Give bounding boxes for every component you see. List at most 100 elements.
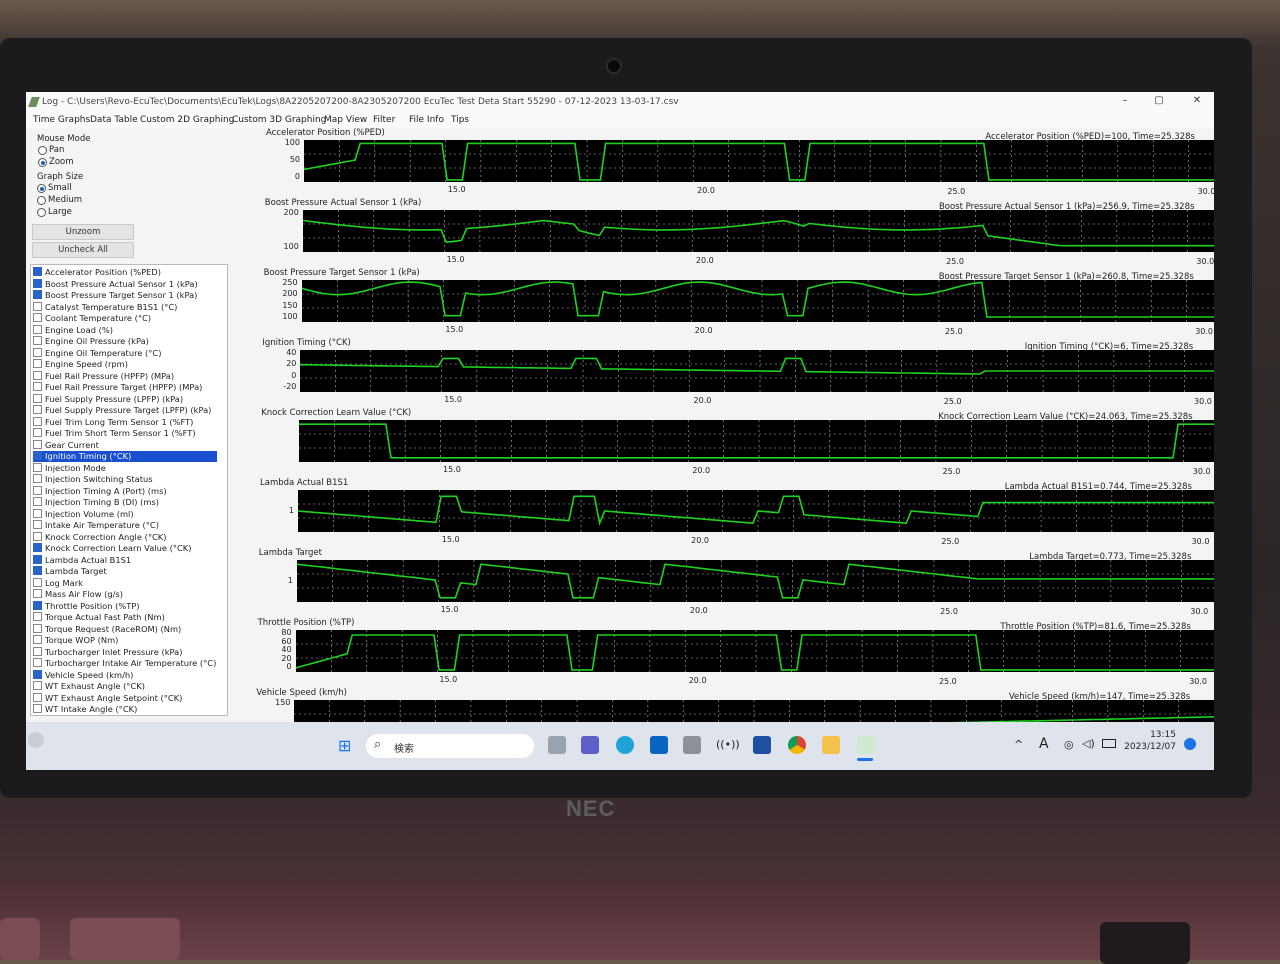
- channel-checkbox[interactable]: [33, 646, 42, 656]
- channel-checkbox[interactable]: [33, 439, 42, 449]
- channel-checkbox[interactable]: [33, 324, 42, 334]
- zoom-radio[interactable]: [38, 158, 47, 167]
- channel-checkbox[interactable]: [33, 405, 42, 414]
- channel-item[interactable]: Fuel Supply Pressure Target (LPFP) (kPa): [33, 405, 217, 416]
- channel-checkbox[interactable]: [33, 290, 42, 299]
- small-radio[interactable]: [37, 184, 46, 193]
- channel-item[interactable]: Mass Air Flow (g/s): [33, 589, 217, 600]
- channel-item[interactable]: Knock Correction Learn Value (°CK): [33, 543, 217, 554]
- channel-checkbox[interactable]: [33, 692, 42, 702]
- channel-item[interactable]: Knock Correction Angle (°CK): [33, 531, 217, 543]
- channel-checkbox[interactable]: [33, 267, 42, 276]
- channel-item[interactable]: Engine Load (%): [33, 324, 217, 336]
- channel-item[interactable]: Lambda Target: [33, 566, 217, 577]
- channel-checkbox[interactable]: [33, 704, 42, 713]
- channel-checkbox[interactable]: [33, 278, 42, 288]
- graph-plot[interactable]: [300, 350, 1214, 392]
- taskbar-search[interactable]: ⌕ 検索: [366, 734, 534, 758]
- channel-checkbox[interactable]: [33, 543, 42, 552]
- channel-checkbox[interactable]: [33, 393, 42, 403]
- channel-checkbox[interactable]: [33, 301, 42, 311]
- channel-checkbox[interactable]: [33, 497, 42, 506]
- channel-item[interactable]: Vehicle Speed (km/h): [33, 669, 217, 681]
- channel-item[interactable]: Catalyst Temperature B1S1 (°C): [33, 301, 217, 313]
- channel-item[interactable]: Fuel Trim Long Term Sensor 1 (%FT): [33, 416, 217, 428]
- network-icon[interactable]: ◎: [1064, 738, 1074, 751]
- channel-checkbox[interactable]: [33, 635, 42, 644]
- channel-item[interactable]: Engine Speed (rpm): [33, 359, 217, 370]
- graph-plot[interactable]: [296, 560, 1214, 602]
- menu-custom-3d[interactable]: Custom 3D Graphing: [232, 115, 326, 125]
- maximize-button[interactable]: ▢: [1148, 95, 1170, 109]
- channel-checkbox[interactable]: [33, 577, 42, 587]
- channel-item[interactable]: WT Exhaust Angle Setpoint (°CK): [33, 692, 217, 704]
- notification-badge[interactable]: [1184, 738, 1196, 750]
- channel-item[interactable]: Coolant Temperature (°C): [33, 313, 217, 324]
- ime-indicator[interactable]: A: [1039, 736, 1049, 752]
- channel-checkbox[interactable]: [33, 508, 42, 518]
- uncheck-all-button[interactable]: Uncheck All: [32, 242, 134, 258]
- channel-item[interactable]: Boost Pressure Actual Sensor 1 (kPa): [33, 278, 217, 290]
- channel-checkbox[interactable]: [33, 681, 42, 690]
- channel-checkbox[interactable]: [33, 600, 42, 610]
- channel-checkbox[interactable]: [33, 428, 42, 437]
- channel-checkbox[interactable]: [33, 474, 42, 483]
- battery-icon[interactable]: [1102, 739, 1116, 748]
- channel-item[interactable]: Torque WOP (Nm): [33, 635, 217, 646]
- channel-item[interactable]: Torque Actual Fast Path (Nm): [33, 612, 217, 623]
- wireless-icon[interactable]: ((•)): [716, 738, 740, 751]
- menu-time-graphs[interactable]: Time Graphs: [33, 115, 90, 125]
- channel-item[interactable]: Engine Oil Temperature (°C): [33, 347, 217, 359]
- menu-file-info[interactable]: File Info: [409, 115, 444, 125]
- channel-checkbox[interactable]: [33, 669, 42, 679]
- file-explorer-icon[interactable]: [822, 736, 840, 754]
- channel-item[interactable]: Log Mark: [33, 577, 217, 589]
- channel-item[interactable]: Injection Switching Status: [33, 474, 217, 485]
- channel-checkbox[interactable]: [33, 462, 42, 472]
- channel-item[interactable]: Intake Air Temperature (°C): [33, 520, 217, 531]
- channel-item[interactable]: Accelerator Position (%PED): [33, 267, 217, 278]
- channel-item[interactable]: Injection Mode: [33, 462, 217, 474]
- minimize-button[interactable]: –: [1114, 95, 1136, 109]
- volume-icon[interactable]: ◁): [1082, 737, 1095, 750]
- start-icon[interactable]: ⊞: [338, 736, 351, 755]
- channel-list[interactable]: Accelerator Position (%PED) Boost Pressur…: [30, 264, 228, 716]
- channel-checkbox[interactable]: [33, 359, 42, 368]
- channel-checkbox[interactable]: [33, 658, 42, 667]
- medium-radio[interactable]: [37, 196, 46, 205]
- chevron-up-icon[interactable]: ^: [1014, 738, 1023, 751]
- channel-checkbox[interactable]: [33, 554, 42, 564]
- channel-checkbox[interactable]: [33, 485, 42, 495]
- graph-plot[interactable]: [302, 210, 1214, 252]
- channel-item[interactable]: WT Exhaust Angle (°CK): [33, 681, 217, 692]
- edge-icon[interactable]: [616, 736, 634, 754]
- channel-item[interactable]: Turbocharger Inlet Pressure (kPa): [33, 646, 217, 658]
- channel-checkbox[interactable]: [33, 416, 42, 426]
- graph-plot[interactable]: [303, 140, 1214, 182]
- channel-item[interactable]: Ignition Timing (°CK): [33, 451, 217, 462]
- channel-item[interactable]: Injection Volume (ml): [33, 508, 217, 520]
- channel-item[interactable]: WT Intake Angle (°CK): [33, 704, 217, 715]
- close-button[interactable]: ✕: [1186, 95, 1208, 109]
- mail-icon[interactable]: [650, 736, 668, 754]
- large-radio[interactable]: [37, 208, 46, 217]
- channel-checkbox[interactable]: [33, 612, 42, 621]
- channel-item[interactable]: Fuel Rail Pressure (HPFP) (MPa): [33, 370, 217, 382]
- clock-time[interactable]: 13:15: [1126, 730, 1176, 740]
- channel-checkbox[interactable]: [33, 566, 42, 575]
- settings-icon[interactable]: [683, 736, 701, 754]
- menu-filter[interactable]: Filter: [373, 115, 395, 125]
- channel-item[interactable]: Fuel Supply Pressure (LPFP) (kPa): [33, 393, 217, 405]
- graph-plot[interactable]: [297, 490, 1214, 532]
- channel-item[interactable]: Lambda Actual B1S1: [33, 554, 217, 566]
- channel-checkbox[interactable]: [33, 382, 42, 391]
- channel-checkbox[interactable]: [33, 623, 42, 633]
- graph-plot[interactable]: [299, 420, 1214, 462]
- channel-item[interactable]: Boost Pressure Target Sensor 1 (kPa): [33, 290, 217, 301]
- channel-checkbox[interactable]: [33, 336, 42, 345]
- channel-item[interactable]: Throttle Position (%TP): [33, 600, 217, 612]
- menu-custom-2d[interactable]: Custom 2D Graphing: [140, 115, 234, 125]
- channel-checkbox[interactable]: [33, 531, 42, 541]
- graph-plot[interactable]: [295, 630, 1214, 672]
- channel-item[interactable]: Gear Current: [33, 439, 217, 451]
